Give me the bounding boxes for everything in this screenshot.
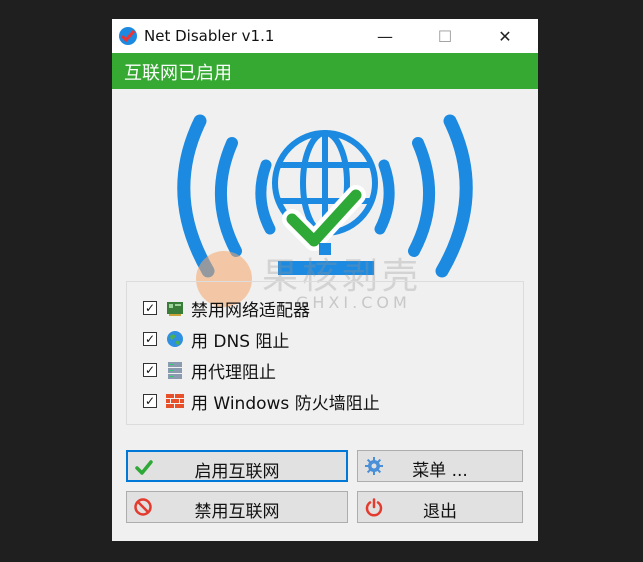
enable-internet-button[interactable]: 启用互联网 [126,450,348,482]
window-title: Net Disabler v1.1 [144,27,275,45]
option-label: 用 DNS 阻止 [191,331,290,352]
enable-internet-label: 启用互联网 [194,462,280,482]
title-bar[interactable]: Net Disabler v1.1 — ☐ ✕ [112,19,538,53]
status-banner: 互联网已启用 [112,53,538,89]
menu-label: 菜单 ... [412,461,468,481]
status-text: 互联网已启用 [124,63,232,84]
network-adapter-icon [167,302,183,316]
server-icon [168,362,182,379]
option-label: 用代理阻止 [191,362,276,383]
option-disable-adapter[interactable]: ✓ 禁用网络适配器 [143,296,310,321]
exit-button[interactable]: 退出 [357,491,523,523]
checkbox-dns-block[interactable]: ✓ [143,332,157,346]
menu-button[interactable]: 菜单 ... [357,450,523,482]
option-firewall-block[interactable]: ✓ 用 Windows 防火墙阻止 [143,389,380,414]
app-logo-icon [119,27,137,45]
close-button[interactable]: ✕ [482,19,528,53]
option-label: 用 Windows 防火墙阻止 [191,393,380,414]
globe-icon [167,331,183,347]
options-panel: ✓ 禁用网络适配器 ✓ 用 DNS 阻止 ✓ 用代理阻止 ✓ 用 Windows… [126,281,524,425]
maximize-icon: ☐ [437,26,453,46]
disable-internet-button[interactable]: 禁用互联网 [126,491,348,523]
checkbox-disable-adapter[interactable]: ✓ [143,301,157,315]
option-dns-block[interactable]: ✓ 用 DNS 阻止 [143,327,290,352]
checkbox-proxy-block[interactable]: ✓ [143,363,157,377]
option-label: 禁用网络适配器 [191,300,310,321]
firewall-icon [166,394,184,408]
disable-internet-label: 禁用互联网 [194,502,280,522]
checkbox-firewall-block[interactable]: ✓ [143,394,157,408]
globe-wifi-check-icon [177,114,473,278]
close-icon: ✕ [498,26,512,46]
maximize-button[interactable]: ☐ [422,19,468,53]
option-proxy-block[interactable]: ✓ 用代理阻止 [143,358,276,383]
minimize-button[interactable]: — [362,19,408,53]
app-window: Net Disabler v1.1 — ☐ ✕ 互联网已启用 果核剥壳 GHXI… [112,19,538,541]
exit-label: 退出 [423,502,457,522]
minimize-icon: — [377,26,393,46]
